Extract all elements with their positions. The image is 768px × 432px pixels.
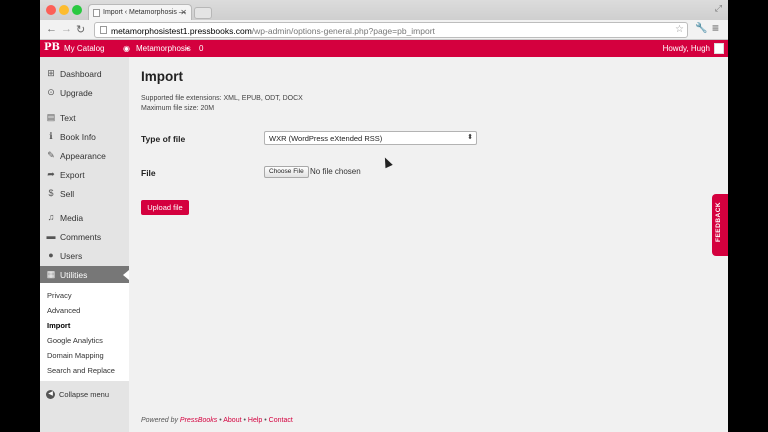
- submenu-google-analytics[interactable]: Google Analytics: [47, 336, 103, 345]
- upgrade-icon: ⊙: [46, 87, 56, 98]
- sidebar-item-media[interactable]: ♫ Media: [40, 209, 129, 227]
- dollar-icon: $: [46, 188, 56, 198]
- admin-sidebar: ⊞ Dashboard ⊙ Upgrade ▤ Text ℹ Book Info ✎ Ap…: [40, 57, 129, 432]
- sidebar-item-export[interactable]: ➦ Export: [40, 166, 129, 184]
- submenu-privacy[interactable]: Privacy: [47, 291, 72, 300]
- upload-file-button[interactable]: Upload file: [141, 200, 189, 215]
- file-label: File: [141, 168, 156, 178]
- sidebar-item-dashboard[interactable]: ⊞ Dashboard: [40, 65, 129, 83]
- collapse-menu-button[interactable]: ◀ Collapse menu: [40, 390, 129, 399]
- submenu-search-and-replace[interactable]: Search and Replace: [47, 366, 115, 375]
- utilities-submenu: Privacy Advanced Import Google Analytics…: [40, 283, 129, 381]
- collapse-arrow-icon: ◀: [46, 390, 55, 399]
- admin-bar: PB My Catalog ◉ Metamorphosis ▪ 0 Howdy,…: [40, 40, 728, 57]
- comments-count[interactable]: 0: [199, 44, 203, 53]
- url-domain: metamorphosistest1.pressbooks.com: [111, 26, 252, 36]
- submenu-import[interactable]: Import: [47, 321, 70, 330]
- choose-file-button[interactable]: Choose File: [264, 166, 309, 178]
- user-icon: ●: [46, 250, 56, 260]
- sidebar-item-upgrade[interactable]: ⊙ Upgrade: [40, 84, 129, 102]
- max-file-size-note: Maximum file size: 20M: [141, 105, 214, 112]
- bookmark-star-icon[interactable]: ☆: [675, 24, 684, 35]
- greeting[interactable]: Howdy, Hugh: [663, 44, 710, 53]
- fullscreen-icon[interactable]: ⤢: [715, 3, 722, 14]
- site-name-link[interactable]: Metamorphosis: [136, 44, 191, 53]
- sidebar-item-label: Comments: [60, 232, 101, 242]
- media-icon: ♫: [46, 212, 56, 222]
- tab-close-icon[interactable]: ✕: [180, 8, 187, 17]
- tab-title: Import ‹ Metamorphosis —: [103, 9, 186, 16]
- sidebar-item-appearance[interactable]: ✎ Appearance: [40, 147, 129, 165]
- type-of-file-value: WXR (WordPress eXtended RSS): [269, 134, 382, 143]
- sidebar-item-label: Dashboard: [60, 69, 102, 79]
- sidebar-item-utilities[interactable]: ▦ Utilities: [40, 266, 129, 284]
- sidebar-item-comments[interactable]: ▬ Comments: [40, 228, 129, 246]
- sidebar-item-label: Sell: [60, 189, 74, 199]
- info-icon: ℹ: [46, 131, 56, 142]
- sidebar-item-label: Text: [60, 113, 76, 123]
- sidebar-item-label: Appearance: [60, 151, 106, 161]
- no-file-chosen-text: No file chosen: [310, 167, 361, 176]
- brush-icon: ✎: [46, 150, 56, 161]
- page-title: Import: [141, 69, 183, 84]
- comment-icon[interactable]: ▪: [186, 44, 189, 53]
- sidebar-item-label: Media: [60, 213, 83, 223]
- sidebar-item-label: Export: [60, 170, 85, 180]
- minimize-window-button[interactable]: [59, 5, 69, 15]
- footer-separator: •: [244, 417, 246, 424]
- sidebar-item-users[interactable]: ● Users: [40, 247, 129, 265]
- sidebar-item-label: Book Info: [60, 132, 96, 142]
- book-icon: ▤: [46, 112, 56, 123]
- sidebar-item-label: Users: [60, 251, 82, 261]
- menu-icon[interactable]: ≡: [712, 21, 719, 35]
- close-window-button[interactable]: [46, 5, 56, 15]
- main-content: Import Supported file extensions: XML, E…: [141, 57, 701, 432]
- zoom-window-button[interactable]: [72, 5, 82, 15]
- footer-separator: •: [219, 417, 221, 424]
- sidebar-item-sell[interactable]: $ Sell: [40, 185, 129, 203]
- contact-link[interactable]: Contact: [269, 417, 293, 424]
- my-catalog-link[interactable]: My Catalog: [64, 44, 104, 53]
- browser-toolbar: ← → ↻ metamorphosistest1.pressbooks.com/…: [40, 20, 728, 40]
- feedback-tab[interactable]: FEEDBACK: [712, 194, 728, 256]
- address-bar[interactable]: metamorphosistest1.pressbooks.com/wp-adm…: [94, 22, 688, 38]
- sidebar-item-label: Utilities: [60, 270, 87, 280]
- footer-separator: •: [264, 417, 266, 424]
- feedback-label: FEEDBACK: [715, 202, 722, 242]
- url-path: /wp-admin/options-general.php?page=pb_im…: [252, 26, 435, 36]
- pressbooks-logo[interactable]: PB: [44, 42, 60, 53]
- tab-strip: Import ‹ Metamorphosis — ✕ ⤢: [40, 0, 728, 20]
- back-button[interactable]: ←: [46, 23, 57, 35]
- about-link[interactable]: About: [223, 417, 241, 424]
- browser-tab[interactable]: Import ‹ Metamorphosis — ✕: [88, 4, 192, 20]
- wrench-icon[interactable]: 🔧: [695, 23, 707, 34]
- pressbooks-link[interactable]: PressBooks: [180, 417, 217, 424]
- sidebar-item-book-info[interactable]: ℹ Book Info: [40, 128, 129, 146]
- select-arrows-icon: ⬍: [467, 133, 473, 141]
- comment-bubble-icon: ▬: [46, 231, 56, 241]
- new-tab-button[interactable]: [194, 7, 212, 19]
- browser-window: Import ‹ Metamorphosis — ✕ ⤢ ← → ↻ metam…: [40, 0, 728, 432]
- page-icon: [100, 26, 107, 34]
- page-icon: [93, 9, 100, 17]
- type-of-file-label: Type of file: [141, 134, 185, 144]
- export-arrow-icon: ➦: [46, 169, 56, 180]
- type-of-file-select[interactable]: WXR (WordPress eXtended RSS) ⬍: [264, 131, 477, 145]
- sidebar-item-text[interactable]: ▤ Text: [40, 109, 129, 127]
- admin-footer: Powered by PressBooks • About • Help • C…: [141, 417, 293, 424]
- sidebar-item-label: Upgrade: [60, 88, 93, 98]
- powered-by-text: Powered by: [141, 417, 178, 424]
- submenu-domain-mapping[interactable]: Domain Mapping: [47, 351, 104, 360]
- reload-button[interactable]: ↻: [76, 23, 85, 36]
- eye-icon: ◉: [123, 44, 130, 53]
- dashboard-icon: ⊞: [46, 68, 56, 79]
- help-link[interactable]: Help: [248, 417, 262, 424]
- submenu-advanced[interactable]: Advanced: [47, 306, 80, 315]
- avatar[interactable]: [714, 43, 724, 54]
- collapse-menu-label: Collapse menu: [59, 390, 109, 399]
- supported-extensions-note: Supported file extensions: XML, EPUB, OD…: [141, 95, 303, 102]
- forward-button[interactable]: →: [61, 23, 72, 35]
- utilities-icon: ▦: [46, 269, 56, 280]
